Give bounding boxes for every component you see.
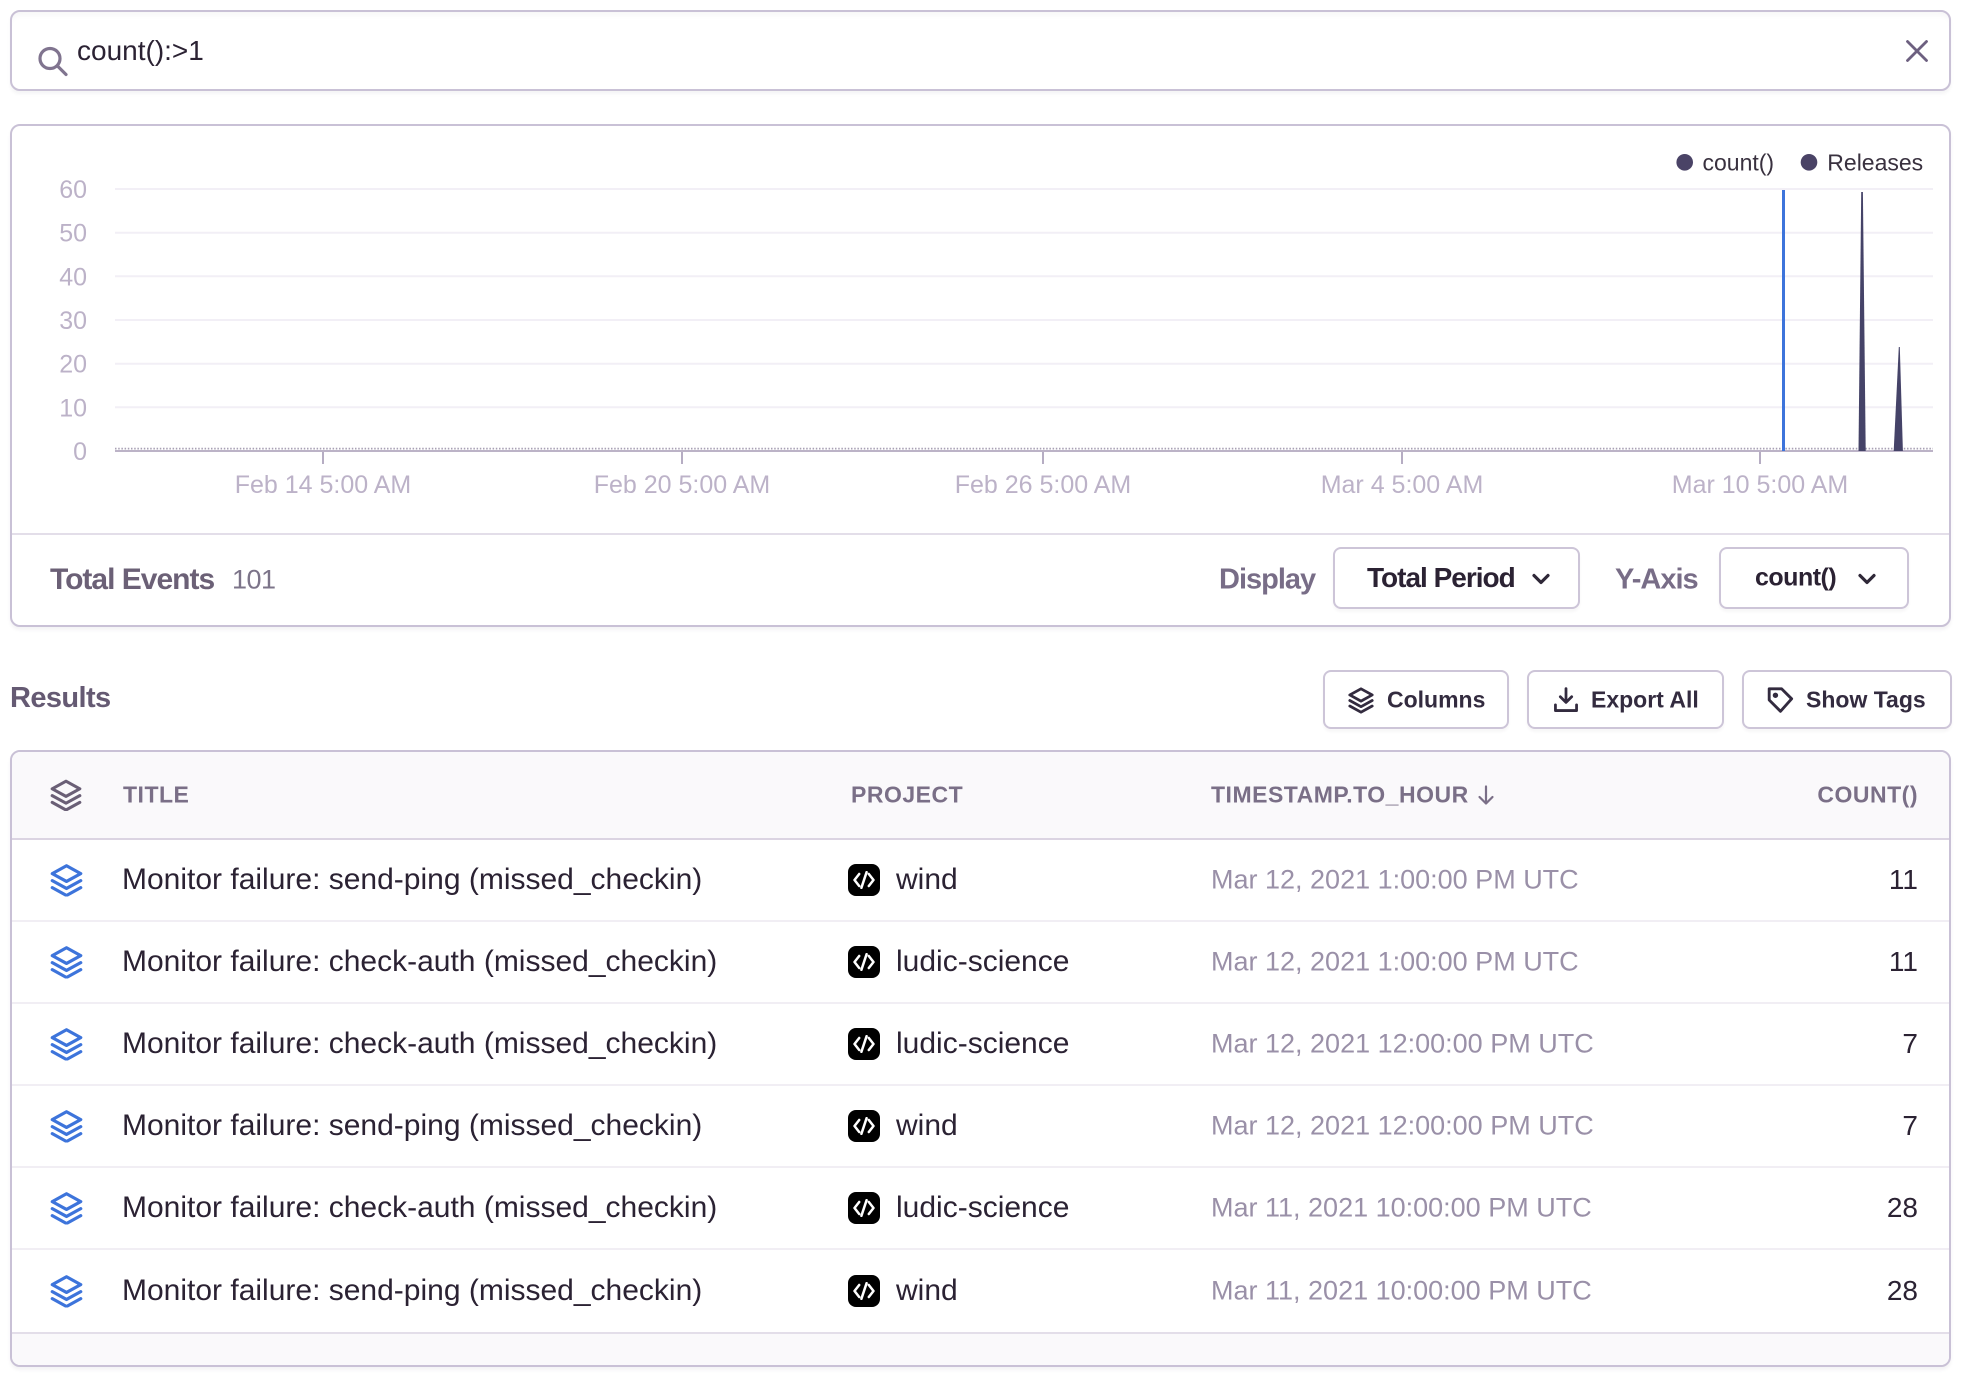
svg-text:0: 0 bbox=[73, 438, 87, 466]
svg-text:Feb 14 5:00 AM: Feb 14 5:00 AM bbox=[235, 471, 412, 499]
svg-text:30: 30 bbox=[59, 307, 87, 335]
svg-text:Releases: Releases bbox=[1827, 150, 1923, 176]
svg-text:10: 10 bbox=[59, 394, 87, 422]
svg-text:Mar 10 5:00 AM: Mar 10 5:00 AM bbox=[1672, 471, 1848, 499]
svg-text:20: 20 bbox=[59, 351, 87, 379]
svg-text:50: 50 bbox=[59, 220, 87, 248]
svg-text:60: 60 bbox=[59, 176, 87, 204]
svg-text:Mar 4 5:00 AM: Mar 4 5:00 AM bbox=[1321, 471, 1484, 499]
svg-text:Feb 26 5:00 AM: Feb 26 5:00 AM bbox=[955, 471, 1132, 499]
svg-text:count(): count() bbox=[1703, 150, 1775, 176]
svg-text:Feb 20 5:00 AM: Feb 20 5:00 AM bbox=[594, 471, 771, 499]
svg-text:40: 40 bbox=[59, 263, 87, 291]
